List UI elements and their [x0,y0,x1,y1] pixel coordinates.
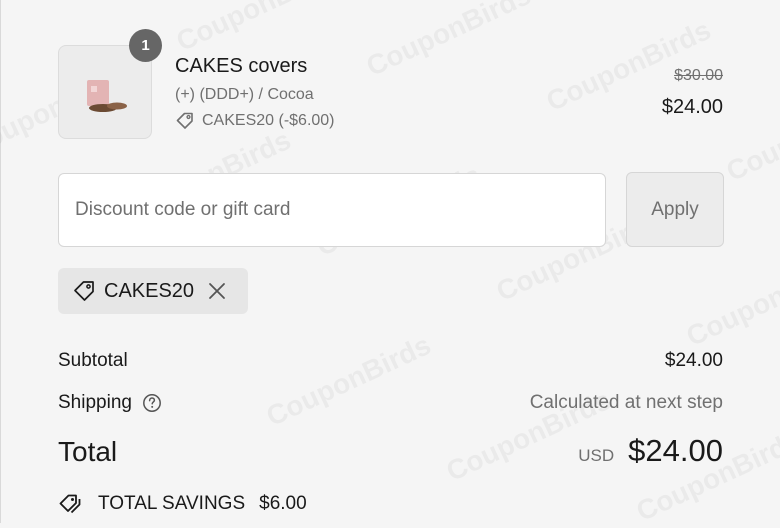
product-discount: CAKES20 (-$6.00) [175,111,335,131]
apply-button[interactable]: Apply [626,172,724,247]
total-label: Total [58,436,118,467]
watermark: CouponBirds [722,84,780,188]
total-amount: $24.00 [628,433,723,468]
remove-discount-button[interactable] [208,282,226,300]
product-variant: (+) (DDD+) / Cocoa [175,86,314,103]
total-savings-row: TOTAL SAVINGS $6.00 [58,492,307,516]
discount-code-input[interactable] [58,173,606,247]
shipping-label: Shipping [58,392,132,413]
total-value: USD $24.00 [578,433,723,469]
panel-left-border [0,0,1,523]
tag-icon [74,281,94,301]
watermark: CouponBirds [172,0,346,58]
shipping-value: Calculated at next step [529,392,723,413]
watermark: CouponBirds [682,249,780,353]
original-price: $30.00 [674,67,723,84]
savings-tag-icon [59,494,81,514]
close-icon [209,283,225,299]
tag-icon [176,112,193,129]
product-discount-label: CAKES20 (-$6.00) [202,112,335,129]
total-savings-value: $6.00 [259,493,307,514]
subtotal-label: Subtotal [58,350,128,371]
product-name: CAKES covers [175,55,308,77]
shipping-row-label: Shipping [58,392,162,414]
total-savings-label: TOTAL SAVINGS [98,493,246,514]
help-icon[interactable] [142,393,162,413]
applied-discount-chip: CAKES20 [58,268,248,314]
total-currency: USD [578,446,615,465]
subtotal-value: $24.00 [664,350,723,371]
product-image [87,80,127,112]
watermark: CouponBirds [262,329,436,433]
watermark: CouponBirds [362,0,536,83]
quantity-badge: 1 [129,29,162,62]
applied-discount-code: CAKES20 [104,279,195,302]
final-price: $24.00 [661,96,723,118]
